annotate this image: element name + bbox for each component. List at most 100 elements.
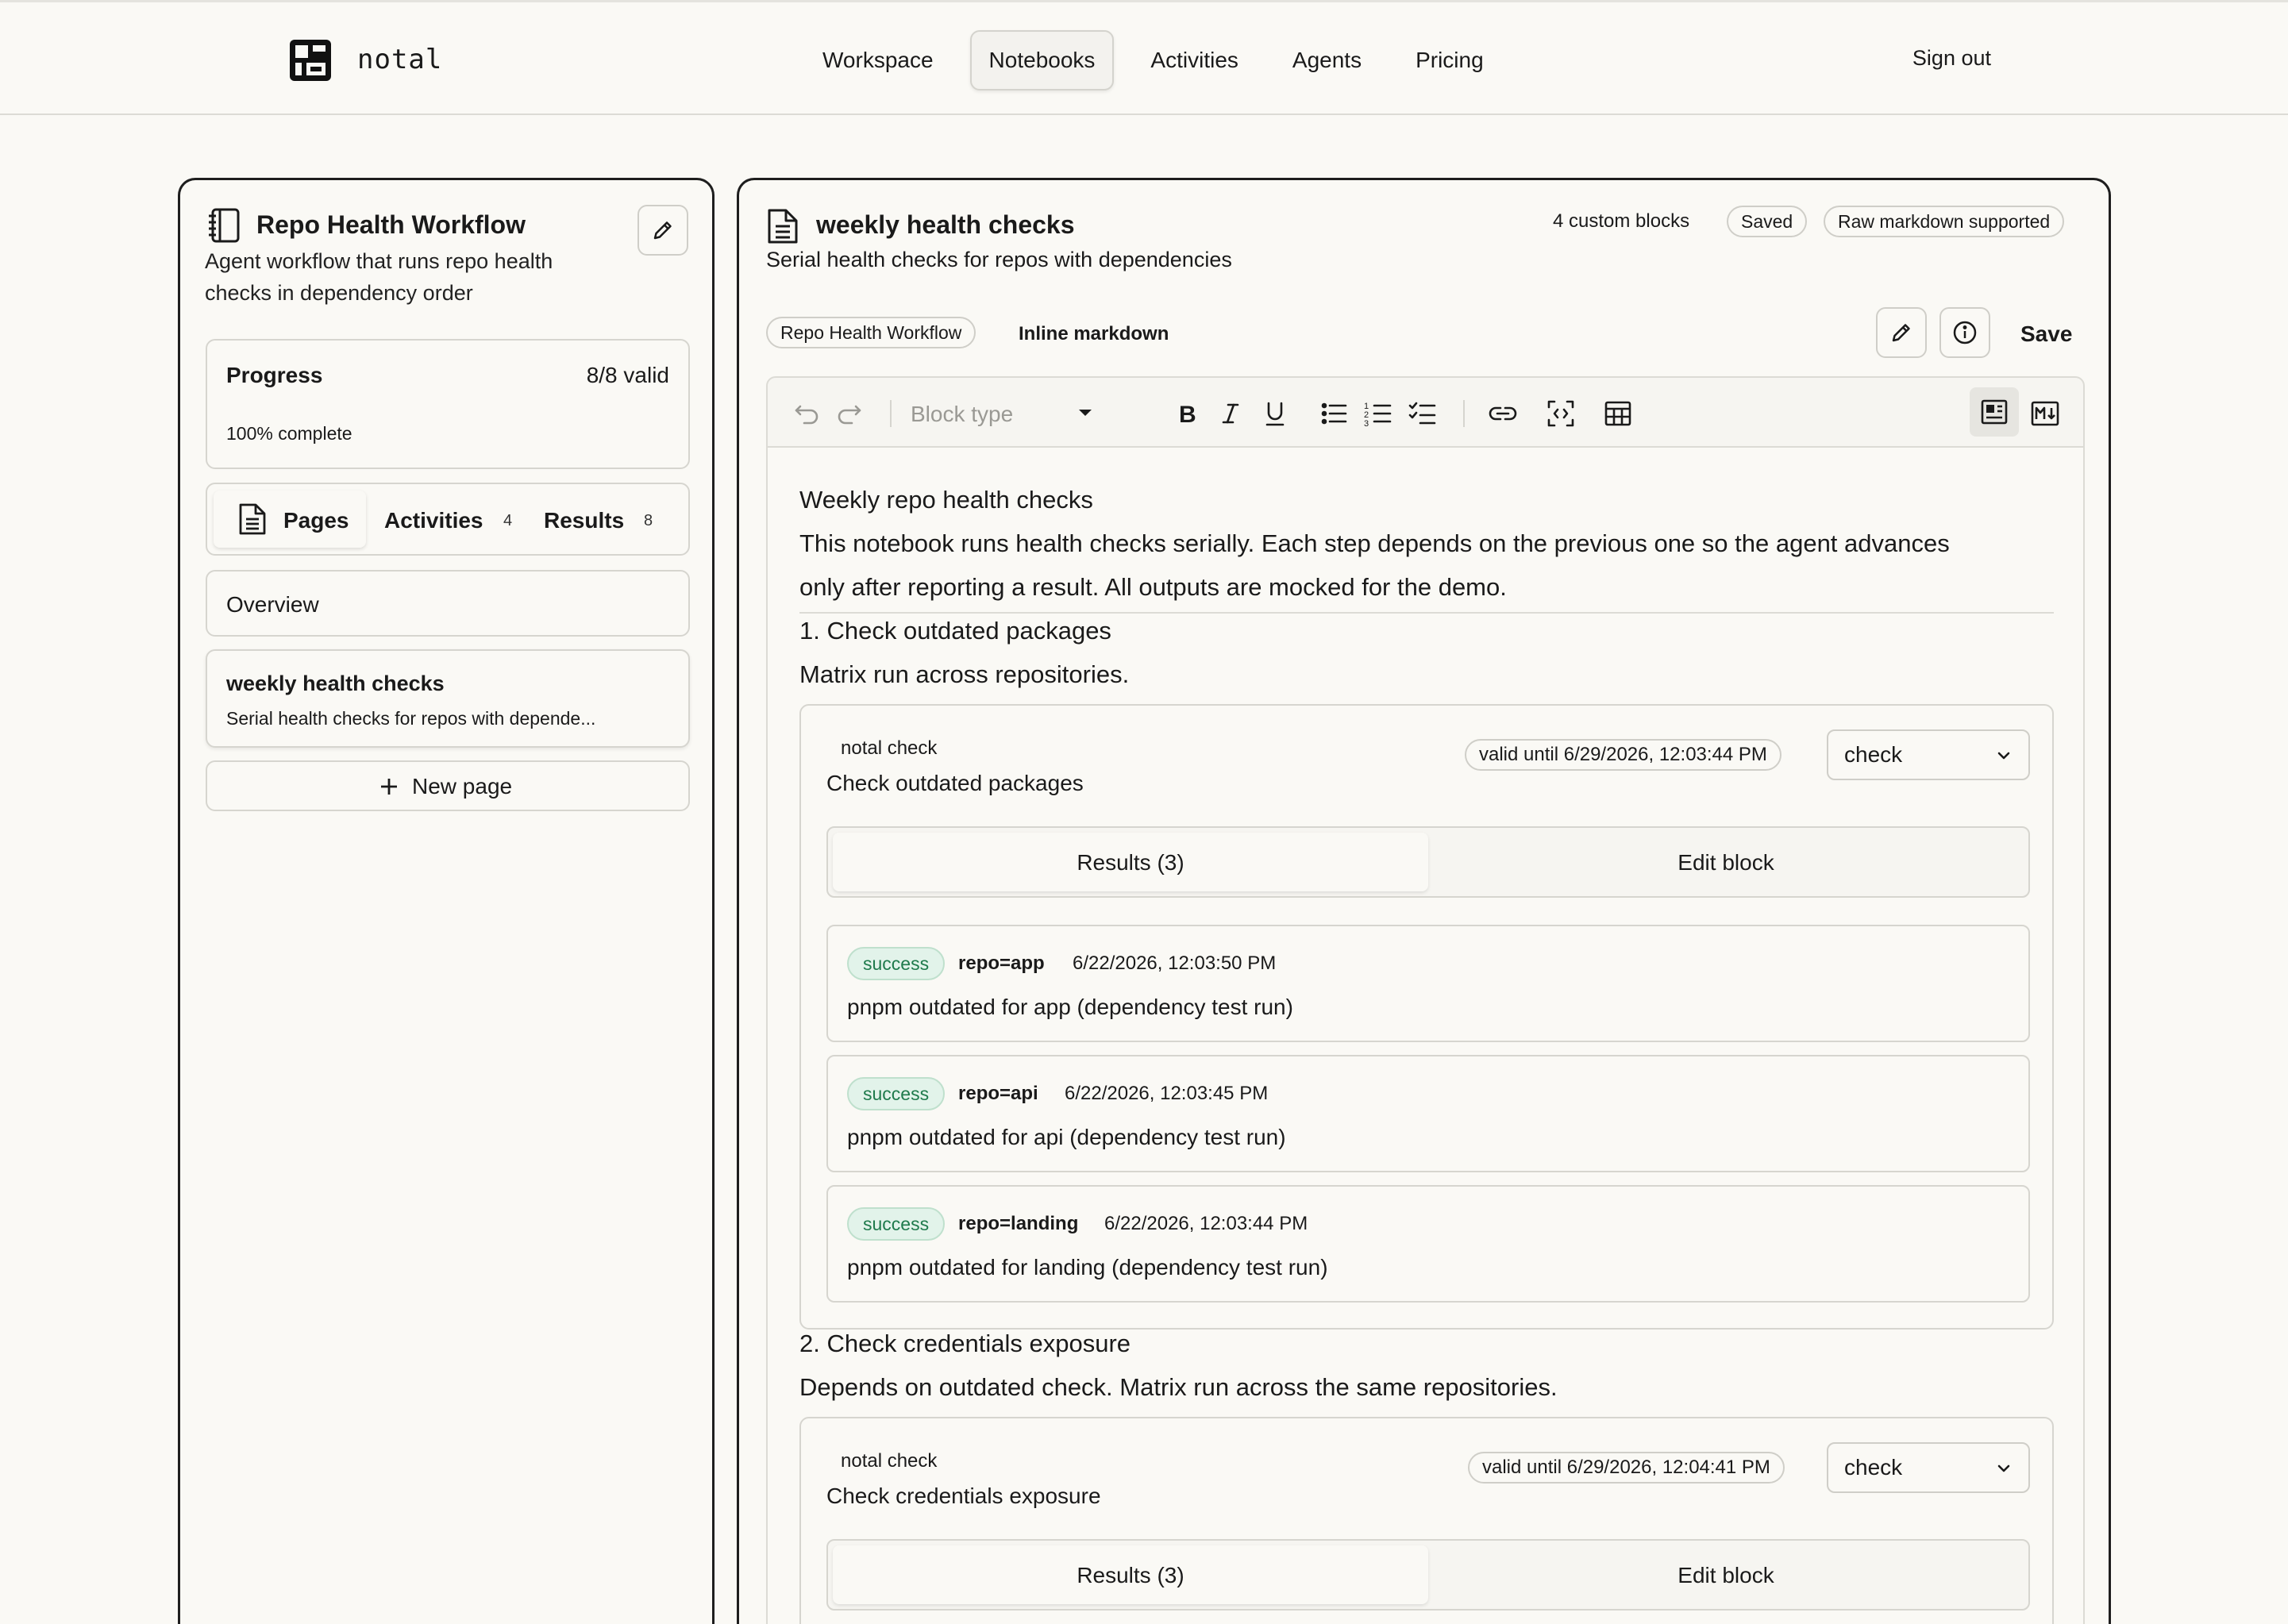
progress-valid-count: 8/8 valid bbox=[586, 363, 669, 387]
result-text: pnpm outdated for landing (dependency te… bbox=[847, 1255, 1328, 1280]
block-mode-value: check bbox=[1844, 1455, 1903, 1480]
pencil-icon bbox=[1889, 321, 1913, 344]
svg-text:3: 3 bbox=[1364, 419, 1369, 429]
content-intro-line-2: only after reporting a result. All outpu… bbox=[799, 573, 1507, 601]
new-page-button[interactable]: New page bbox=[206, 760, 690, 811]
editor-content[interactable]: Weekly repo health checks This notebook … bbox=[766, 446, 2085, 1624]
block-tabs: Results (3) Edit block bbox=[826, 826, 2030, 898]
result-repo: repo=api bbox=[958, 1083, 1038, 1104]
brand-name[interactable]: notal bbox=[357, 44, 442, 75]
result-timestamp: 6/22/2026, 12:03:44 PM bbox=[1104, 1213, 1308, 1234]
nav-activities[interactable]: Activities bbox=[1133, 30, 1255, 90]
page-editor-panel: weekly health checks Serial health check… bbox=[737, 178, 2111, 1624]
info-icon bbox=[1952, 320, 1978, 345]
nav-agents[interactable]: Agents bbox=[1275, 30, 1379, 90]
rich-view-toggle[interactable] bbox=[1970, 387, 2019, 437]
document-icon bbox=[766, 207, 799, 245]
rich-view-icon bbox=[1979, 397, 2009, 427]
check-block: notal check Check outdated packages vali… bbox=[799, 704, 2054, 1330]
save-button[interactable]: Save bbox=[2020, 321, 2072, 347]
tab-activities[interactable]: Activities bbox=[384, 508, 483, 533]
step-2-title: 2. Check credentials exposure bbox=[799, 1330, 1131, 1357]
italic-icon[interactable] bbox=[1215, 398, 1246, 429]
page-subtitle: Serial health checks for repos with depe… bbox=[226, 708, 596, 729]
toolbar-divider bbox=[1463, 400, 1465, 427]
nav-pricing[interactable]: Pricing bbox=[1398, 30, 1501, 90]
tab-results[interactable]: Results bbox=[544, 508, 624, 533]
valid-until-badge: valid until 6/29/2026, 12:03:44 PM bbox=[1465, 739, 1781, 771]
status-badge: success bbox=[847, 1077, 946, 1110]
result-text: pnpm outdated for api (dependency test r… bbox=[847, 1125, 1286, 1149]
result-row: success repo=api 6/22/2026, 12:03:45 PM … bbox=[826, 1055, 2030, 1172]
block-mode-select[interactable]: check bbox=[1827, 1442, 2030, 1493]
editor-mode-label[interactable]: Inline markdown bbox=[1019, 323, 1169, 345]
progress-label: Progress bbox=[226, 363, 323, 387]
tab-results[interactable]: Results (3) bbox=[833, 850, 1428, 875]
notebook-breadcrumb-pill[interactable]: Repo Health Workflow bbox=[766, 317, 976, 348]
caret-down-icon bbox=[1077, 408, 1093, 418]
tab-edit-block[interactable]: Edit block bbox=[1428, 850, 2024, 875]
document-icon bbox=[237, 502, 268, 537]
sign-out-button[interactable]: Sign out bbox=[1912, 46, 1991, 71]
edit-notebook-button[interactable] bbox=[637, 205, 688, 256]
block-mode-value: check bbox=[1844, 742, 1903, 767]
status-badge: success bbox=[847, 947, 946, 980]
markdown-view-icon[interactable] bbox=[2030, 398, 2060, 429]
notebook-icon bbox=[206, 207, 241, 244]
top-navigation-bar: notal Workspace Notebooks Activities Age… bbox=[0, 0, 2288, 115]
page-info-button[interactable] bbox=[1939, 307, 1990, 358]
status-badge: success bbox=[847, 1207, 946, 1241]
notebook-title: Repo Health Workflow bbox=[256, 210, 526, 239]
step-1-description: Matrix run across repositories. bbox=[799, 660, 1130, 688]
bold-icon[interactable]: B bbox=[1171, 398, 1201, 429]
table-icon[interactable] bbox=[1603, 398, 1633, 429]
page-title: Overview bbox=[226, 592, 319, 617]
tab-edit-block[interactable]: Edit block bbox=[1428, 1563, 2024, 1588]
new-page-label: New page bbox=[412, 774, 513, 799]
page-title: weekly health checks bbox=[816, 210, 1075, 239]
result-repo: repo=app bbox=[958, 952, 1045, 974]
block-title: Check credentials exposure bbox=[826, 1484, 1101, 1508]
edit-page-button[interactable] bbox=[1876, 307, 1927, 358]
nav-notebooks[interactable]: Notebooks bbox=[969, 30, 1115, 90]
page-item-weekly-health-checks[interactable]: weekly health checks Serial health check… bbox=[206, 649, 690, 748]
notal-logo-icon[interactable] bbox=[290, 40, 331, 81]
editor-toolbar: Block type B 123 bbox=[766, 376, 2085, 448]
tab-results[interactable]: Results (3) bbox=[833, 1563, 1428, 1588]
result-text: pnpm outdated for app (dependency test r… bbox=[847, 995, 1293, 1019]
undo-icon[interactable] bbox=[792, 398, 822, 429]
raw-markdown-badge: Raw markdown supported bbox=[1824, 206, 2065, 237]
block-title: Check outdated packages bbox=[826, 771, 1084, 795]
toolbar-divider bbox=[890, 400, 892, 427]
step-2-description: Depends on outdated check. Matrix run ac… bbox=[799, 1373, 1558, 1401]
numbered-list-icon[interactable]: 123 bbox=[1363, 398, 1393, 429]
embed-icon[interactable] bbox=[1546, 398, 1576, 429]
page-item-overview[interactable]: Overview bbox=[206, 570, 690, 637]
page-subtitle: Serial health checks for repos with depe… bbox=[766, 248, 1232, 271]
redo-icon[interactable] bbox=[834, 398, 865, 429]
block-type-label: notal check bbox=[841, 1450, 938, 1472]
tab-pages[interactable]: Pages bbox=[214, 491, 366, 548]
underline-icon[interactable] bbox=[1260, 398, 1290, 429]
checklist-icon[interactable] bbox=[1408, 398, 1438, 429]
link-icon[interactable] bbox=[1487, 398, 1517, 429]
pencil-icon bbox=[651, 218, 675, 242]
plus-icon bbox=[379, 776, 399, 797]
bullet-list-icon[interactable] bbox=[1319, 398, 1349, 429]
block-tabs: Results (3) Edit block bbox=[826, 1539, 2030, 1611]
content-divider bbox=[799, 612, 2054, 614]
main-nav: Workspace Notebooks Activities Agents Pr… bbox=[805, 30, 1520, 90]
block-type-placeholder: Block type bbox=[911, 402, 1014, 426]
content-intro-line-1: This notebook runs health checks seriall… bbox=[799, 529, 1950, 557]
saved-badge: Saved bbox=[1727, 206, 1808, 237]
progress-complete: 100% complete bbox=[226, 423, 352, 444]
step-1-title: 1. Check outdated packages bbox=[799, 617, 1111, 645]
valid-until-badge: valid until 6/29/2026, 12:04:41 PM bbox=[1468, 1452, 1785, 1484]
result-row: success repo=app 6/22/2026, 12:03:50 PM … bbox=[826, 925, 2030, 1042]
block-type-label: notal check bbox=[841, 737, 938, 759]
block-mode-select[interactable]: check bbox=[1827, 729, 2030, 780]
block-type-select[interactable]: Block type bbox=[911, 391, 1141, 437]
check-block: notal check Check credentials exposure v… bbox=[799, 1417, 2054, 1624]
progress-card: Progress 8/8 valid 100% complete bbox=[206, 339, 690, 469]
nav-workspace[interactable]: Workspace bbox=[805, 30, 951, 90]
